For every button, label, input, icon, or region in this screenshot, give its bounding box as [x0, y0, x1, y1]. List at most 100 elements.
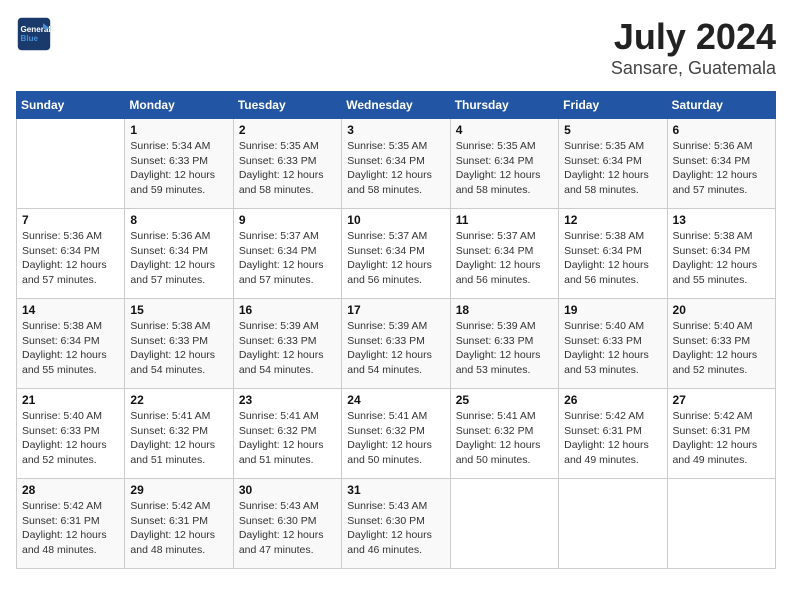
day-number: 21: [22, 393, 119, 407]
column-header-monday: Monday: [125, 92, 233, 119]
day-number: 16: [239, 303, 336, 317]
day-number: 31: [347, 483, 444, 497]
calendar-body: 1 Sunrise: 5:34 AM Sunset: 6:33 PM Daylig…: [17, 119, 776, 569]
day-info: Sunrise: 5:43 AM Sunset: 6:30 PM Dayligh…: [239, 499, 336, 558]
day-number: 2: [239, 123, 336, 137]
day-number: 1: [130, 123, 227, 137]
calendar-cell: 29 Sunrise: 5:42 AM Sunset: 6:31 PM Dayli…: [125, 479, 233, 569]
day-number: 13: [673, 213, 770, 227]
day-info: Sunrise: 5:39 AM Sunset: 6:33 PM Dayligh…: [347, 319, 444, 378]
day-number: 19: [564, 303, 661, 317]
calendar-cell: 12Sunrise: 5:38 AM Sunset: 6:34 PM Dayli…: [559, 209, 667, 299]
calendar-cell: 23Sunrise: 5:41 AM Sunset: 6:32 PM Dayli…: [233, 389, 341, 479]
column-header-tuesday: Tuesday: [233, 92, 341, 119]
day-number: 15: [130, 303, 227, 317]
title-block: July 2024 Sansare, Guatemala: [611, 16, 776, 79]
day-info: Sunrise: 5:37 AM Sunset: 6:34 PM Dayligh…: [347, 229, 444, 288]
day-number: 24: [347, 393, 444, 407]
day-number: 4: [456, 123, 553, 137]
day-info: Sunrise: 5:38 AM Sunset: 6:33 PM Dayligh…: [130, 319, 227, 378]
page-header: General Blue July 2024 Sansare, Guatemal…: [16, 16, 776, 79]
day-number: 17: [347, 303, 444, 317]
day-info: Sunrise: 5:39 AM Sunset: 6:33 PM Dayligh…: [239, 319, 336, 378]
logo-icon: General Blue: [16, 16, 52, 52]
day-info: Sunrise: 5:35 AM Sunset: 6:34 PM Dayligh…: [347, 139, 444, 198]
calendar-cell: 8Sunrise: 5:36 AM Sunset: 6:34 PM Daylig…: [125, 209, 233, 299]
calendar-cell: 26Sunrise: 5:42 AM Sunset: 6:31 PM Dayli…: [559, 389, 667, 479]
day-info: Sunrise: 5:41 AM Sunset: 6:32 PM Dayligh…: [456, 409, 553, 468]
day-number: 8: [130, 213, 227, 227]
calendar-cell: 1 Sunrise: 5:34 AM Sunset: 6:33 PM Daylig…: [125, 119, 233, 209]
calendar-cell: 18 Sunrise: 5:39 AM Sunset: 6:33 PM Dayli…: [450, 299, 558, 389]
day-number: 22: [130, 393, 227, 407]
day-info: Sunrise: 5:36 AM Sunset: 6:34 PM Dayligh…: [22, 229, 119, 288]
day-number: 18: [456, 303, 553, 317]
day-number: 20: [673, 303, 770, 317]
calendar-cell: 4 Sunrise: 5:35 AM Sunset: 6:34 PM Daylig…: [450, 119, 558, 209]
day-info: Sunrise: 5:37 AM Sunset: 6:34 PM Dayligh…: [456, 229, 553, 288]
day-number: 25: [456, 393, 553, 407]
day-info: Sunrise: 5:38 AM Sunset: 6:34 PM Dayligh…: [673, 229, 770, 288]
column-header-sunday: Sunday: [17, 92, 125, 119]
calendar-cell: 16 Sunrise: 5:39 AM Sunset: 6:33 PM Dayli…: [233, 299, 341, 389]
calendar-cell: 30 Sunrise: 5:43 AM Sunset: 6:30 PM Dayli…: [233, 479, 341, 569]
day-number: 12: [564, 213, 661, 227]
calendar-cell: 14Sunrise: 5:38 AM Sunset: 6:34 PM Dayli…: [17, 299, 125, 389]
day-info: Sunrise: 5:43 AM Sunset: 6:30 PM Dayligh…: [347, 499, 444, 558]
calendar-table: SundayMondayTuesdayWednesdayThursdayFrid…: [16, 91, 776, 569]
day-number: 29: [130, 483, 227, 497]
calendar-cell: 10 Sunrise: 5:37 AM Sunset: 6:34 PM Dayli…: [342, 209, 450, 299]
day-info: Sunrise: 5:37 AM Sunset: 6:34 PM Dayligh…: [239, 229, 336, 288]
day-info: Sunrise: 5:42 AM Sunset: 6:31 PM Dayligh…: [22, 499, 119, 558]
calendar-header-row: SundayMondayTuesdayWednesdayThursdayFrid…: [17, 92, 776, 119]
day-number: 11: [456, 213, 553, 227]
day-number: 7: [22, 213, 119, 227]
day-info: Sunrise: 5:34 AM Sunset: 6:33 PM Dayligh…: [130, 139, 227, 198]
calendar-cell: 5Sunrise: 5:35 AM Sunset: 6:34 PM Daylig…: [559, 119, 667, 209]
calendar-cell: [450, 479, 558, 569]
calendar-cell: 17 Sunrise: 5:39 AM Sunset: 6:33 PM Dayli…: [342, 299, 450, 389]
day-number: 10: [347, 213, 444, 227]
day-number: 28: [22, 483, 119, 497]
calendar-cell: [667, 479, 775, 569]
calendar-cell: 19 Sunrise: 5:40 AM Sunset: 6:33 PM Dayli…: [559, 299, 667, 389]
day-info: Sunrise: 5:40 AM Sunset: 6:33 PM Dayligh…: [673, 319, 770, 378]
day-number: 14: [22, 303, 119, 317]
day-info: Sunrise: 5:41 AM Sunset: 6:32 PM Dayligh…: [347, 409, 444, 468]
day-info: Sunrise: 5:42 AM Sunset: 6:31 PM Dayligh…: [673, 409, 770, 468]
calendar-cell: [559, 479, 667, 569]
day-info: Sunrise: 5:40 AM Sunset: 6:33 PM Dayligh…: [22, 409, 119, 468]
svg-text:Blue: Blue: [21, 34, 39, 43]
week-row-5: 28 Sunrise: 5:42 AM Sunset: 6:31 PM Dayli…: [17, 479, 776, 569]
day-number: 9: [239, 213, 336, 227]
calendar-cell: 11 Sunrise: 5:37 AM Sunset: 6:34 PM Dayli…: [450, 209, 558, 299]
week-row-1: 1 Sunrise: 5:34 AM Sunset: 6:33 PM Daylig…: [17, 119, 776, 209]
page-title: July 2024: [611, 16, 776, 58]
day-info: Sunrise: 5:36 AM Sunset: 6:34 PM Dayligh…: [673, 139, 770, 198]
column-header-thursday: Thursday: [450, 92, 558, 119]
calendar-cell: [17, 119, 125, 209]
calendar-cell: 22Sunrise: 5:41 AM Sunset: 6:32 PM Dayli…: [125, 389, 233, 479]
calendar-cell: 31 Sunrise: 5:43 AM Sunset: 6:30 PM Dayli…: [342, 479, 450, 569]
week-row-4: 21 Sunrise: 5:40 AM Sunset: 6:33 PM Dayli…: [17, 389, 776, 479]
day-info: Sunrise: 5:39 AM Sunset: 6:33 PM Dayligh…: [456, 319, 553, 378]
day-number: 6: [673, 123, 770, 137]
day-number: 30: [239, 483, 336, 497]
week-row-2: 7 Sunrise: 5:36 AM Sunset: 6:34 PM Daylig…: [17, 209, 776, 299]
calendar-cell: 20 Sunrise: 5:40 AM Sunset: 6:33 PM Dayli…: [667, 299, 775, 389]
calendar-cell: 25 Sunrise: 5:41 AM Sunset: 6:32 PM Dayli…: [450, 389, 558, 479]
calendar-cell: 27 Sunrise: 5:42 AM Sunset: 6:31 PM Dayli…: [667, 389, 775, 479]
day-info: Sunrise: 5:42 AM Sunset: 6:31 PM Dayligh…: [564, 409, 661, 468]
calendar-cell: 6 Sunrise: 5:36 AM Sunset: 6:34 PM Daylig…: [667, 119, 775, 209]
day-info: Sunrise: 5:35 AM Sunset: 6:34 PM Dayligh…: [456, 139, 553, 198]
day-info: Sunrise: 5:41 AM Sunset: 6:32 PM Dayligh…: [239, 409, 336, 468]
calendar-cell: 13 Sunrise: 5:38 AM Sunset: 6:34 PM Dayli…: [667, 209, 775, 299]
day-info: Sunrise: 5:42 AM Sunset: 6:31 PM Dayligh…: [130, 499, 227, 558]
calendar-cell: 28 Sunrise: 5:42 AM Sunset: 6:31 PM Dayli…: [17, 479, 125, 569]
day-number: 27: [673, 393, 770, 407]
day-number: 3: [347, 123, 444, 137]
calendar-cell: 15 Sunrise: 5:38 AM Sunset: 6:33 PM Dayli…: [125, 299, 233, 389]
day-info: Sunrise: 5:35 AM Sunset: 6:34 PM Dayligh…: [564, 139, 661, 198]
column-header-saturday: Saturday: [667, 92, 775, 119]
day-info: Sunrise: 5:40 AM Sunset: 6:33 PM Dayligh…: [564, 319, 661, 378]
